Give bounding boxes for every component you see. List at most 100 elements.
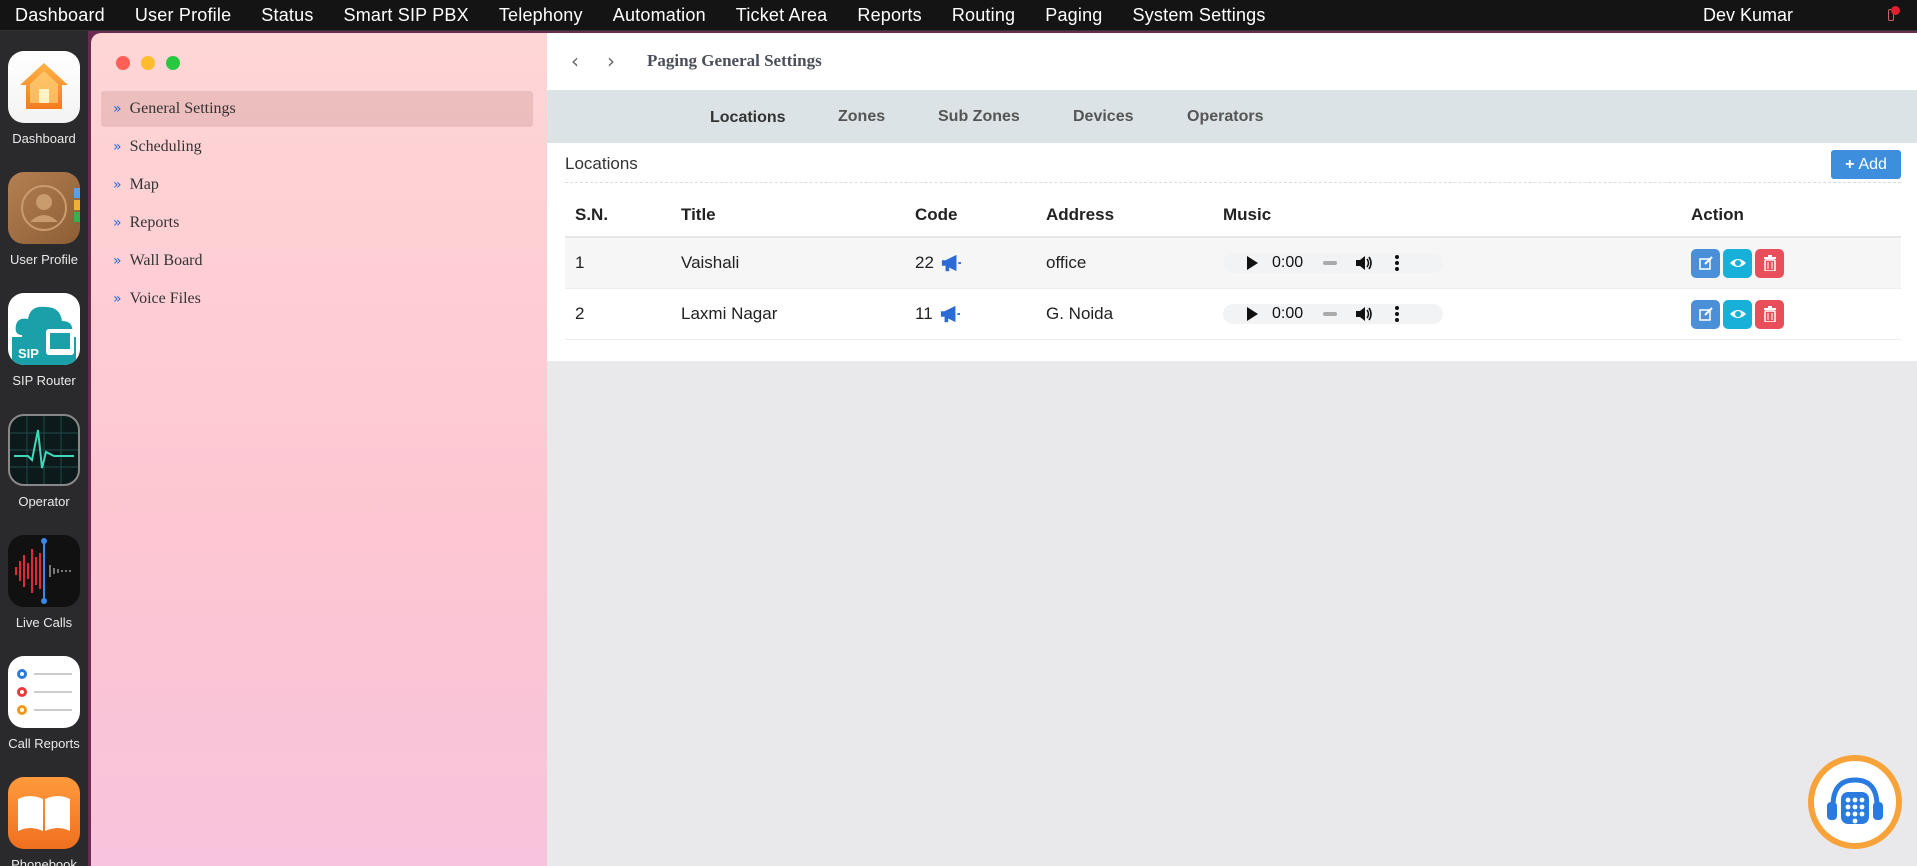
- menu-status[interactable]: Status: [246, 0, 328, 30]
- sidebar-item-general-settings[interactable]: » General Settings: [101, 91, 533, 127]
- more-options-icon[interactable]: [1395, 306, 1400, 322]
- volume-icon[interactable]: [1355, 255, 1373, 271]
- cell-title: Laxmi Nagar: [671, 288, 905, 340]
- play-icon[interactable]: [1247, 307, 1258, 321]
- sidebar-item-label: Scheduling: [129, 138, 202, 155]
- dock-item-operator[interactable]: Operator: [0, 414, 88, 509]
- menu-smart-sip-pbx[interactable]: Smart SIP PBX: [329, 0, 484, 30]
- dock-label: Call Reports: [8, 736, 80, 751]
- double-chevron-right-icon: »: [113, 101, 122, 117]
- add-button-label: Add: [1858, 155, 1887, 173]
- dock-item-sip-router[interactable]: SIP SIP Router: [0, 293, 88, 388]
- tab-locations[interactable]: Locations: [710, 91, 786, 144]
- menu-user-profile[interactable]: User Profile: [120, 0, 246, 30]
- view-button[interactable]: [1723, 299, 1752, 329]
- user-name[interactable]: Dev Kumar: [1703, 0, 1793, 30]
- eye-icon: [1729, 310, 1746, 318]
- edit-button[interactable]: [1691, 248, 1720, 278]
- main-menu: Dashboard User Profile Status Smart SIP …: [0, 0, 1281, 30]
- tabs-bar: Locations Zones Sub Zones Devices Operat…: [547, 90, 1917, 143]
- double-chevron-right-icon: »: [113, 215, 122, 231]
- play-icon[interactable]: [1247, 256, 1258, 270]
- sip-badge: SIP: [18, 346, 39, 361]
- cell-sn: 2: [565, 288, 671, 340]
- trash-icon: [1763, 306, 1776, 322]
- sidebar-item-voice-files[interactable]: » Voice Files: [101, 281, 533, 317]
- cell-title: Vaishali: [671, 237, 905, 289]
- menu-telephony[interactable]: Telephony: [484, 0, 598, 30]
- double-chevron-right-icon: »: [113, 177, 122, 193]
- audio-player[interactable]: 0:00: [1223, 304, 1443, 324]
- main-area: ‹ › Paging General Settings Locations Zo…: [547, 33, 1917, 866]
- cell-code: 11: [905, 288, 1036, 340]
- tab-devices[interactable]: Devices: [1073, 90, 1134, 143]
- dock-item-phonebook[interactable]: Phonebook: [0, 777, 88, 866]
- megaphone-icon[interactable]: [940, 253, 962, 273]
- dock-item-user-profile[interactable]: User Profile: [0, 172, 88, 267]
- locations-panel: Locations + Add S.N. Title Code Address …: [547, 143, 1917, 361]
- dock-item-live-calls[interactable]: Live Calls: [0, 535, 88, 630]
- sidebar-nav: » General Settings » Scheduling » Map » …: [101, 91, 533, 319]
- top-menu-bar: Dashboard User Profile Status Smart SIP …: [0, 0, 1917, 31]
- cell-action: [1681, 288, 1901, 340]
- audio-progress-slider[interactable]: [1323, 261, 1338, 265]
- edit-icon: [1698, 256, 1713, 270]
- column-header: Address: [1036, 193, 1213, 238]
- minimize-window-icon[interactable]: [141, 56, 155, 70]
- cell-code: 22: [905, 237, 1036, 289]
- tab-zones[interactable]: Zones: [838, 90, 885, 143]
- sidebar-item-scheduling[interactable]: » Scheduling: [101, 129, 533, 165]
- menu-automation[interactable]: Automation: [598, 0, 721, 30]
- maximize-window-icon[interactable]: [166, 56, 180, 70]
- close-window-icon[interactable]: [116, 56, 130, 70]
- cloud-sip-icon: SIP: [8, 293, 80, 365]
- volume-icon[interactable]: [1355, 306, 1373, 322]
- notification-bell-icon[interactable]: [1887, 6, 1900, 22]
- megaphone-icon[interactable]: [939, 304, 961, 324]
- audio-progress-slider[interactable]: [1323, 312, 1338, 316]
- audio-time: 0:00: [1272, 305, 1304, 322]
- home-icon: [8, 51, 80, 123]
- column-header: S.N.: [565, 193, 671, 238]
- sidebar-item-map[interactable]: » Map: [101, 167, 533, 203]
- column-header: Action: [1681, 193, 1901, 238]
- forward-arrow-icon[interactable]: ›: [607, 49, 615, 73]
- column-header: Code: [905, 193, 1036, 238]
- delete-button[interactable]: [1755, 248, 1784, 278]
- menu-routing[interactable]: Routing: [937, 0, 1030, 30]
- back-arrow-icon[interactable]: ‹: [571, 49, 579, 73]
- audio-time: 0:00: [1272, 254, 1304, 271]
- more-options-icon[interactable]: [1395, 255, 1400, 271]
- dock-item-call-reports[interactable]: Call Reports: [0, 656, 88, 751]
- code-value: 11: [915, 304, 933, 323]
- code-value: 22: [915, 253, 934, 272]
- plus-icon: +: [1845, 155, 1855, 173]
- edit-button[interactable]: [1691, 299, 1720, 329]
- dock-label: SIP Router: [12, 373, 76, 388]
- menu-system-settings[interactable]: System Settings: [1118, 0, 1281, 30]
- headset-dialpad-icon: [1827, 777, 1883, 824]
- menu-dashboard[interactable]: Dashboard: [0, 0, 120, 30]
- menu-ticket-area[interactable]: Ticket Area: [721, 0, 843, 30]
- reminders-list-icon: [8, 656, 80, 728]
- menu-paging[interactable]: Paging: [1030, 0, 1117, 30]
- sidebar-panel: » General Settings » Scheduling » Map » …: [91, 33, 547, 866]
- tab-sub-zones[interactable]: Sub Zones: [938, 90, 1020, 143]
- sidebar-item-reports[interactable]: » Reports: [101, 205, 533, 241]
- menu-reports[interactable]: Reports: [842, 0, 936, 30]
- tab-operators[interactable]: Operators: [1187, 90, 1263, 143]
- support-chat-button[interactable]: [1808, 755, 1902, 849]
- sidebar-item-label: General Settings: [129, 100, 236, 117]
- table-row: 2 Laxmi Nagar 11 G. Noida 0:00: [565, 288, 1901, 340]
- view-button[interactable]: [1723, 248, 1752, 278]
- trash-icon: [1763, 255, 1776, 271]
- cell-music: 0:00: [1213, 288, 1681, 340]
- table-row: 1 Vaishali 22 office 0:00: [565, 237, 1901, 289]
- add-location-button[interactable]: + Add: [1831, 150, 1901, 179]
- double-chevron-right-icon: »: [113, 253, 122, 269]
- dock-item-dashboard[interactable]: Dashboard: [0, 51, 88, 146]
- sidebar-item-wall-board[interactable]: » Wall Board: [101, 243, 533, 279]
- divider: [565, 182, 1901, 183]
- audio-player[interactable]: 0:00: [1223, 253, 1443, 273]
- delete-button[interactable]: [1755, 299, 1784, 329]
